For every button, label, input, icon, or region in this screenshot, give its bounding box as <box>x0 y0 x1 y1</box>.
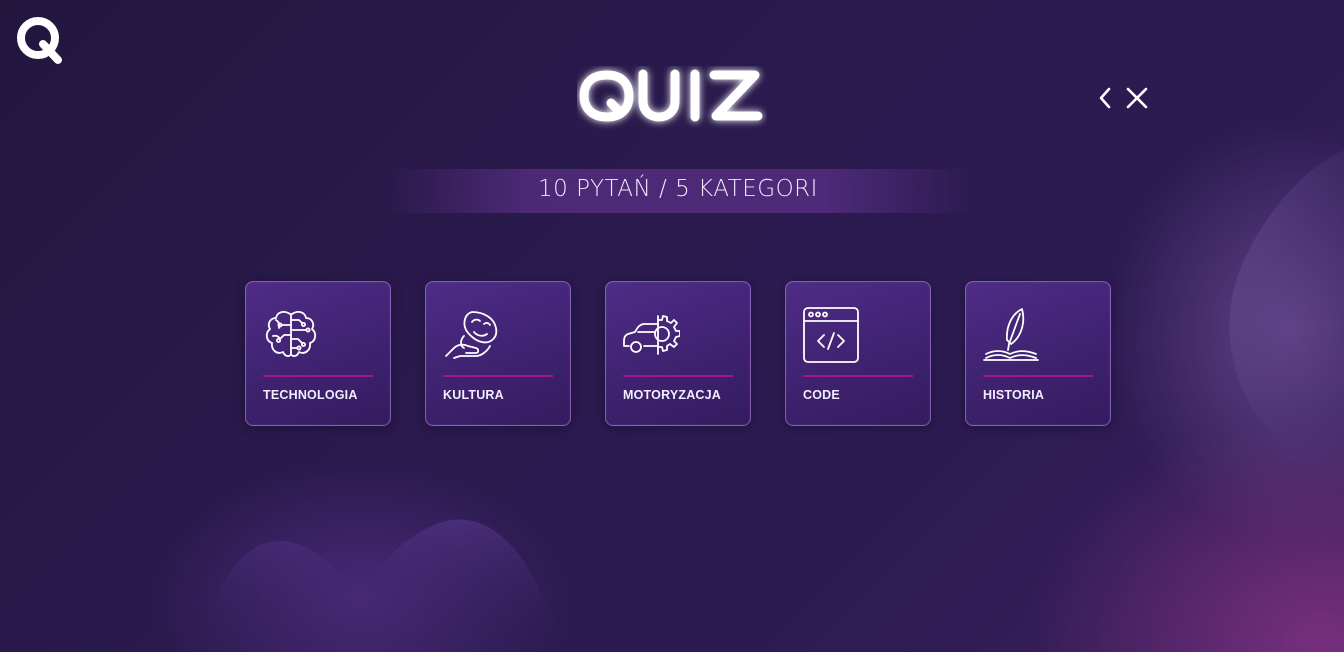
theater-mask-hand-icon <box>445 311 498 359</box>
chevron-left-icon <box>1099 87 1111 109</box>
category-label: HISTORIA <box>983 388 1045 402</box>
car-gear-icon <box>623 315 680 355</box>
close-icon <box>1126 87 1148 109</box>
category-label: CODE <box>803 388 840 402</box>
category-list: TECHNOLOGIA KULTURA MOTORYZACJA CODE HIS… <box>245 281 1111 426</box>
category-card-kultura[interactable]: KULTURA <box>425 281 571 426</box>
category-label: KULTURA <box>443 388 504 402</box>
quiz-title-logo <box>579 69 763 122</box>
quiz-summary: 10 PYTAŃ / 5 KATEGORI <box>538 176 818 202</box>
card-divider <box>443 375 553 377</box>
card-divider <box>983 375 1093 377</box>
brain-circuit-icon <box>265 311 317 357</box>
card-divider <box>803 375 913 377</box>
category-card-code[interactable]: CODE <box>785 281 931 426</box>
quill-book-icon <box>983 308 1039 361</box>
card-divider <box>623 375 733 377</box>
back-button[interactable] <box>1092 84 1118 112</box>
card-divider <box>263 375 373 377</box>
close-button[interactable] <box>1124 84 1150 112</box>
nav-controls <box>1092 84 1150 112</box>
code-window-icon <box>803 307 859 363</box>
category-label: MOTORYZACJA <box>623 388 722 402</box>
quiz-logo-icon[interactable] <box>14 14 66 66</box>
category-card-motoryzacja[interactable]: MOTORYZACJA <box>605 281 751 426</box>
category-label: TECHNOLOGIA <box>263 388 358 402</box>
category-card-historia[interactable]: HISTORIA <box>965 281 1111 426</box>
category-card-technologia[interactable]: TECHNOLOGIA <box>245 281 391 426</box>
